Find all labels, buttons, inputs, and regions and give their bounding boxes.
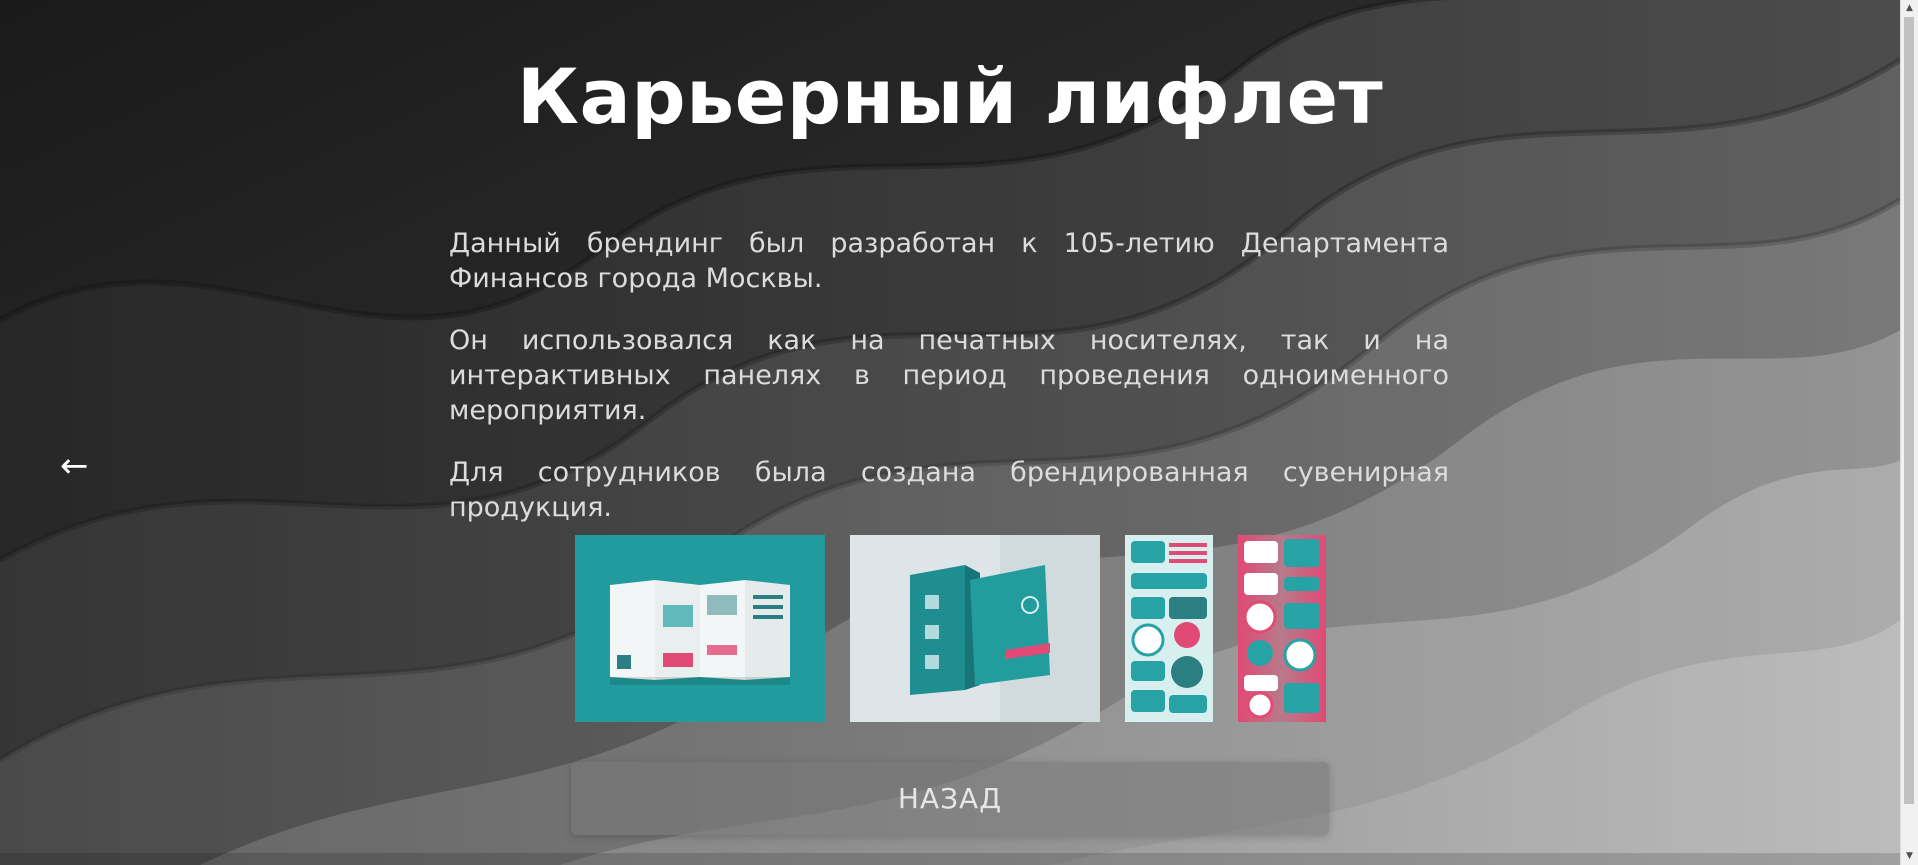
vertical-scrollbar[interactable]: ▲ ▼ bbox=[1900, 0, 1918, 865]
leaflet-spread-image[interactable] bbox=[575, 535, 825, 722]
page-title: Карьерный лифлет bbox=[516, 52, 1384, 141]
description: Данный брендинг был разработан к 105-лет… bbox=[449, 226, 1449, 552]
scroll-up-icon[interactable]: ▲ bbox=[1901, 0, 1918, 17]
scroll-down-icon[interactable]: ▼ bbox=[1901, 848, 1918, 865]
sticker-sheet-teal-image[interactable] bbox=[1125, 535, 1213, 722]
page-bottom-edge bbox=[0, 853, 1900, 865]
back-button[interactable]: НАЗАД bbox=[571, 762, 1329, 835]
description-paragraph: Он использовался как на печатных носител… bbox=[449, 325, 1449, 426]
back-arrow-icon[interactable]: ← bbox=[60, 448, 96, 484]
description-paragraph: Для сотрудников была создана брендирован… bbox=[449, 457, 1449, 523]
scrollbar-thumb[interactable] bbox=[1904, 17, 1914, 804]
sticker-sheet-pink-image[interactable] bbox=[1238, 535, 1326, 722]
description-paragraph: Данный брендинг был разработан к 105-лет… bbox=[449, 228, 1449, 294]
leaflet-folded-image[interactable] bbox=[850, 535, 1100, 722]
